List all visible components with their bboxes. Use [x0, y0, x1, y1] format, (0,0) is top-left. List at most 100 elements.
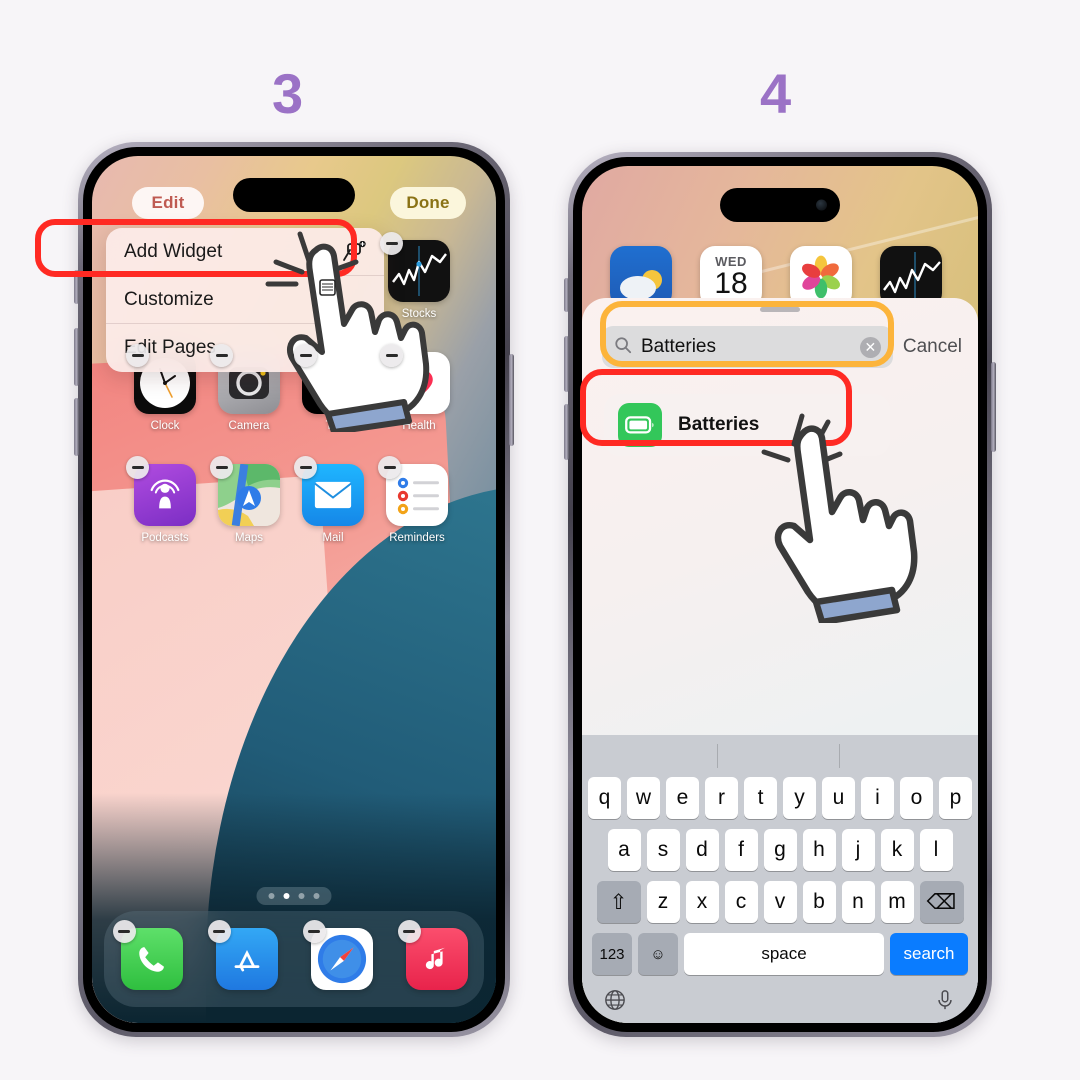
- search-result-batteries[interactable]: Batteries: [604, 394, 890, 456]
- page-indicator[interactable]: [256, 887, 332, 905]
- menu-item-add-widget[interactable]: Add Widget: [106, 228, 384, 276]
- dynamic-island: [720, 188, 840, 222]
- key-u[interactable]: u: [822, 777, 855, 819]
- key-k[interactable]: k: [880, 829, 914, 871]
- batteries-icon: [618, 403, 662, 447]
- remove-badge[interactable]: [210, 456, 233, 479]
- app-label: Stocks: [401, 308, 437, 320]
- key-h[interactable]: h: [802, 829, 836, 871]
- key-r[interactable]: r: [705, 777, 738, 819]
- dock-icon-app-store[interactable]: [207, 920, 278, 990]
- search-key[interactable]: search: [890, 933, 968, 975]
- remove-badge[interactable]: [126, 344, 149, 367]
- app-label: Mail: [322, 532, 344, 544]
- key-c[interactable]: c: [724, 881, 758, 923]
- space-key[interactable]: space: [684, 933, 884, 975]
- done-button[interactable]: Done: [390, 187, 466, 219]
- dock-icon-safari[interactable]: [302, 920, 373, 990]
- remove-badge[interactable]: [397, 920, 421, 943]
- key-e[interactable]: e: [666, 777, 699, 819]
- dock: [104, 911, 484, 1007]
- app-icon-podcasts[interactable]: Podcasts: [126, 456, 196, 544]
- calendar-day: 18: [714, 267, 748, 300]
- phone-mockup-step4: WED 18 Batteries ✕ Cancel Batteries q w …: [564, 152, 996, 1037]
- calendar-weekday: WED: [715, 254, 747, 269]
- software-keyboard: q w e r t y u i o p a s d f g h j k l ⇧ …: [582, 735, 978, 1023]
- page-dot: [313, 893, 320, 899]
- numbers-key[interactable]: 123: [592, 933, 632, 975]
- shift-key[interactable]: ⇧: [596, 881, 641, 923]
- dock-icon-phone[interactable]: [112, 920, 183, 990]
- step-number-3: 3: [272, 62, 304, 125]
- prediction-bar: [582, 735, 978, 777]
- menu-item-label: Add Widget: [124, 240, 223, 262]
- key-p[interactable]: p: [939, 777, 972, 819]
- edit-button[interactable]: Edit: [132, 187, 204, 219]
- front-camera: [816, 199, 827, 211]
- key-m[interactable]: m: [880, 881, 914, 923]
- menu-item-customize[interactable]: Customize: [106, 276, 384, 324]
- key-t[interactable]: t: [744, 777, 777, 819]
- silent-switch[interactable]: [74, 270, 79, 304]
- emoji-key[interactable]: ☺: [638, 933, 678, 975]
- key-a[interactable]: a: [607, 829, 641, 871]
- key-o[interactable]: o: [900, 777, 933, 819]
- app-icon-health-top[interactable]: Health: [380, 344, 450, 432]
- key-n[interactable]: n: [841, 881, 875, 923]
- sheet-grabber[interactable]: [760, 307, 800, 312]
- remove-badge[interactable]: [207, 920, 231, 943]
- key-q[interactable]: q: [588, 777, 621, 819]
- cancel-button[interactable]: Cancel: [903, 336, 962, 358]
- menu-item-edit-pages[interactable]: Edit Pages: [106, 324, 384, 372]
- page-dot-active: [283, 893, 290, 899]
- volume-up-button[interactable]: [74, 328, 79, 386]
- remove-badge[interactable]: [294, 344, 317, 367]
- remove-badge[interactable]: [380, 232, 403, 255]
- remove-badge[interactable]: [210, 344, 233, 367]
- remove-badge[interactable]: [126, 456, 149, 479]
- app-icon-stocks[interactable]: Stocks: [380, 232, 450, 320]
- app-icon-mail[interactable]: Mail: [294, 456, 364, 544]
- keyboard-row-1: q w e r t y u i o p: [582, 777, 978, 819]
- volume-down-button[interactable]: [564, 404, 569, 460]
- key-y[interactable]: y: [783, 777, 816, 819]
- clear-circle-icon[interactable]: ✕: [859, 336, 881, 358]
- key-s[interactable]: s: [646, 829, 680, 871]
- key-l[interactable]: l: [919, 829, 953, 871]
- key-i[interactable]: i: [861, 777, 894, 819]
- backspace-key[interactable]: ⌫: [919, 881, 964, 923]
- keyboard-row-3: ⇧ z x c v b n m ⌫: [582, 881, 978, 923]
- dock-icon-music[interactable]: [397, 920, 468, 990]
- remove-badge[interactable]: [378, 456, 401, 479]
- volume-down-button[interactable]: [74, 398, 79, 456]
- key-w[interactable]: w: [627, 777, 660, 819]
- microphone-icon[interactable]: [934, 989, 956, 1016]
- home-screen-editing: Edit Done Stocks Health Clock Camera TV …: [92, 156, 496, 1023]
- remove-badge[interactable]: [112, 920, 136, 943]
- phone-mockup-step3: Edit Done Stocks Health Clock Camera TV …: [74, 142, 514, 1037]
- key-b[interactable]: b: [802, 881, 836, 923]
- power-button[interactable]: [991, 362, 996, 452]
- app-label: Camera: [228, 420, 270, 432]
- app-icon-reminders[interactable]: Reminders: [378, 456, 448, 544]
- app-icon-maps[interactable]: Maps: [210, 456, 280, 544]
- search-input[interactable]: Batteries ✕: [602, 326, 893, 368]
- key-v[interactable]: v: [763, 881, 797, 923]
- key-g[interactable]: g: [763, 829, 797, 871]
- remove-badge[interactable]: [302, 920, 326, 943]
- key-x[interactable]: x: [685, 881, 719, 923]
- globe-icon[interactable]: [604, 989, 626, 1016]
- remove-badge[interactable]: [380, 344, 403, 367]
- key-f[interactable]: f: [724, 829, 758, 871]
- key-d[interactable]: d: [685, 829, 719, 871]
- remove-badge[interactable]: [294, 456, 317, 479]
- power-button[interactable]: [509, 354, 514, 446]
- search-icon: [614, 336, 632, 359]
- menu-item-label: Customize: [124, 288, 214, 310]
- app-label: TV: [325, 420, 341, 432]
- volume-up-button[interactable]: [564, 336, 569, 392]
- silent-switch[interactable]: [564, 278, 569, 312]
- key-z[interactable]: z: [646, 881, 680, 923]
- key-j[interactable]: j: [841, 829, 875, 871]
- widget-search-screen: WED 18 Batteries ✕ Cancel Batteries q w …: [582, 166, 978, 1023]
